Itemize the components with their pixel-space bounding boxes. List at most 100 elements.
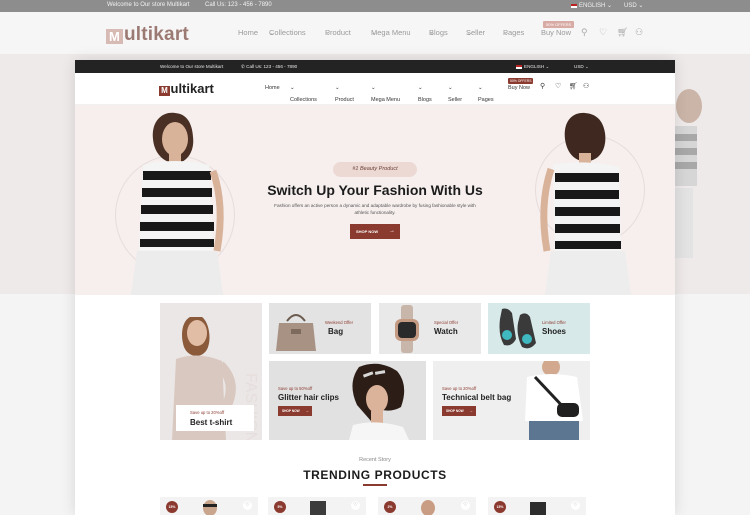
product-card[interactable]: 15% ♡ <box>488 497 586 515</box>
belt-bag-shop-button[interactable]: SHOP NOW → <box>442 406 476 416</box>
background-welcome-text: Welcome to Our store Multikart <box>107 2 190 8</box>
background-logo-text: ultikart <box>124 24 189 45</box>
product-card[interactable]: 5% ♡ <box>268 497 366 515</box>
cart-icon[interactable]: 🛒︎ <box>569 83 578 91</box>
banner-belt-bag[interactable]: Save up to 20%off Technical belt bag SHO… <box>433 361 590 440</box>
background-header: Multikart Home Collections ⌄ Product ⌄ M… <box>0 12 750 54</box>
bag-title: Bag <box>328 327 344 336</box>
bag-image <box>276 314 316 351</box>
background-nav-buy-now: Buy Now <box>541 28 572 37</box>
banner-tshirt[interactable]: FASHION Save up to 20%off Best t-shirt <box>160 303 262 440</box>
shoes-eyebrow: Limited Offer <box>542 320 566 325</box>
user-icon[interactable]: ⚇ <box>583 83 589 91</box>
flag-icon <box>516 64 522 69</box>
hero-banner: #1 Beauty Product Switch Up Your Fashion… <box>75 105 675 295</box>
flag-icon <box>571 3 577 8</box>
logo[interactable]: Multikart <box>159 81 214 96</box>
product-image <box>203 500 217 515</box>
language-label: ENGLISH <box>524 64 545 69</box>
topbar: Welcome to Our store Multikart ✆ Call Us… <box>75 60 675 73</box>
arrow-right-icon: → <box>469 408 473 413</box>
discount-badge: 15% <box>494 501 506 513</box>
welcome-text: Welcome to Our store Multikart <box>160 64 224 69</box>
shop-now-label: SHOP NOW <box>356 229 379 234</box>
background-nav-product: Product ⌄ <box>325 28 351 37</box>
nav-pages-label: Pages <box>478 97 494 103</box>
user-icon: ⚇ <box>635 27 644 37</box>
hair-clips-shop-button[interactable]: SHOP NOW → <box>278 406 312 416</box>
background-language: ENGLISH ⌄ <box>571 2 612 9</box>
call-label: Call Us: 123 - 456 - 7890 <box>246 64 298 69</box>
nav-blogs[interactable]: Blogs ⌄ <box>418 85 432 103</box>
background-sale-badge: 50% OFFERS <box>543 21 575 28</box>
arrow-right-icon: → <box>389 228 395 234</box>
hair-clips-shop-label: SHOP NOW <box>282 409 300 413</box>
hair-clips-title: Glitter hair clips <box>278 393 339 402</box>
background-nav-blogs: Blogs ⌄ <box>429 28 448 37</box>
shoes-title: Shoes <box>542 327 567 336</box>
product-card[interactable]: 2% ♡ <box>378 497 476 515</box>
wishlist-heart-icon[interactable]: ♡ <box>351 501 360 510</box>
wishlist-heart-icon[interactable]: ♡ <box>461 501 470 510</box>
discount-badge: 5% <box>274 501 286 513</box>
background-topbar: Welcome to Our store Multikart Call Us: … <box>0 0 750 12</box>
nav-seller[interactable]: Seller ⌄ <box>448 85 462 103</box>
background-nav-collections: Collections ⌄ <box>269 28 306 37</box>
hero-model-image-right <box>540 112 631 295</box>
search-icon[interactable]: ⚲ <box>540 83 545 91</box>
wishlist-heart-icon[interactable]: ♡ <box>571 501 580 510</box>
currency-label: USD <box>574 64 584 69</box>
belt-bag-model-image <box>525 361 583 440</box>
product-image <box>310 501 326 515</box>
discount-badge: 2% <box>384 501 396 513</box>
page-preview: Welcome to Our store Multikart ✆ Call Us… <box>75 60 675 515</box>
hair-clips-eyebrow: Save up to 50%off <box>278 386 313 391</box>
background-currency-label: USD <box>624 3 637 9</box>
banner-hair-clips[interactable]: Save up to 50%off Glitter hair clips SHO… <box>269 361 426 440</box>
nav-collections-label: Collections <box>290 97 317 103</box>
background-nav-pages: Pages ⌄ <box>503 28 525 37</box>
belt-bag-title: Technical belt bag <box>442 393 512 402</box>
product-card[interactable]: 15% ♡ <box>160 497 258 515</box>
hero-badge: #1 Beauty Product <box>333 162 417 177</box>
trending-underline <box>363 484 387 486</box>
discount-badge: 15% <box>166 501 178 513</box>
wishlist-heart-icon[interactable]: ♡ <box>243 501 252 510</box>
hero-description: Fashion offers an active person a dynami… <box>274 203 476 215</box>
background-nav-pages-label: Pages <box>503 28 525 37</box>
trending-title: TRENDING PRODUCTS <box>303 468 447 482</box>
nav-buy-now[interactable]: Buy Now <box>508 85 530 91</box>
nav-pages[interactable]: Pages ⌄ <box>478 85 494 103</box>
nav-collections[interactable]: Collections ⌄ <box>290 85 317 103</box>
background-language-label: ENGLISH <box>579 3 606 9</box>
belt-bag-shop-label: SHOP NOW <box>446 409 464 413</box>
background-logo-mark: M <box>106 29 123 44</box>
banner-shoes[interactable]: Limited Offer Shoes <box>488 303 590 354</box>
nav-mega-menu[interactable]: Mega Menu ⌄ <box>371 85 400 103</box>
call-text: ✆ Call Us: 123 - 456 - 7890 <box>241 64 298 69</box>
nav-home[interactable]: Home <box>265 85 280 91</box>
nav-mega-menu-label: Mega Menu <box>371 97 401 103</box>
currency-select[interactable]: USD ⌄ <box>574 64 589 70</box>
watch-image <box>395 305 419 353</box>
heart-icon: ♡ <box>599 27 608 37</box>
tshirt-title: Best t-shirt <box>190 418 233 427</box>
banner-watch[interactable]: Special Offer Watch <box>379 303 481 354</box>
banner-bag[interactable]: Weekend Offer Bag <box>269 303 371 354</box>
nav-product[interactable]: Product ⌄ <box>335 85 354 103</box>
sale-badge: 50% OFFERS <box>508 78 534 84</box>
watch-title: Watch <box>434 327 458 336</box>
heart-icon[interactable]: ♡ <box>555 83 561 91</box>
language-select[interactable]: ENGLISH ⌄ <box>516 64 549 70</box>
belt-bag-eyebrow: Save up to 20%off <box>442 386 477 391</box>
shop-now-button[interactable]: SHOP NOW → <box>350 224 400 239</box>
background-model-image-right <box>675 89 702 258</box>
background-nav-home: Home <box>238 28 259 37</box>
trending-subtitle: Recent Story <box>359 457 391 463</box>
background-nav-blogs-label: Blogs <box>429 28 448 37</box>
header: Multikart Home Collections ⌄ Product ⌄ M… <box>75 73 675 105</box>
background-nav-product-label: Product <box>325 28 351 37</box>
background-call-text: Call Us: 123 - 456 - 7890 <box>205 2 272 8</box>
search-icon: ⚲ <box>581 27 588 37</box>
hero-title: Switch Up Your Fashion With Us <box>267 182 483 198</box>
